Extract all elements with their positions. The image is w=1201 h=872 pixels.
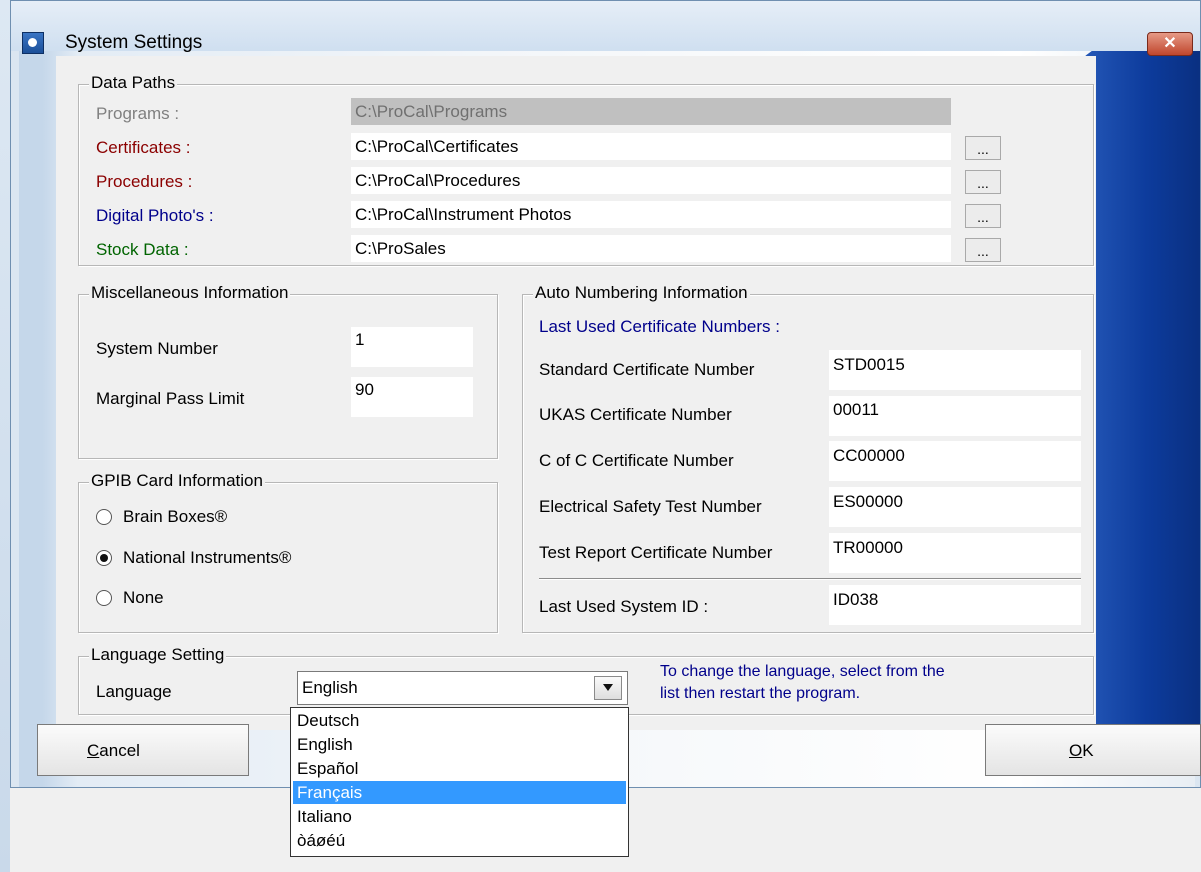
- stock-data-browse-button[interactable]: ...: [965, 238, 1001, 262]
- test-report-certificate-field[interactable]: TR00000: [829, 533, 1081, 573]
- close-button[interactable]: ✕: [1147, 32, 1193, 56]
- language-option-italiano[interactable]: Italiano: [293, 805, 626, 828]
- certificates-label: Certificates :: [96, 138, 191, 157]
- none-radio[interactable]: [96, 590, 112, 606]
- none-label: None: [123, 588, 164, 607]
- standard-certificate-field[interactable]: STD0015: [829, 350, 1081, 390]
- dropdown-arrow-button[interactable]: [594, 676, 622, 700]
- ok-mnemonic: O: [1069, 741, 1083, 760]
- chevron-down-icon: [603, 684, 613, 691]
- stock-data-label: Stock Data :: [96, 240, 189, 259]
- brain-boxes-radio[interactable]: [96, 509, 112, 525]
- window-title: System Settings: [65, 32, 203, 53]
- c-of-c-certificate-field[interactable]: CC00000: [829, 441, 1081, 481]
- national-instruments-label: National Instruments®: [123, 548, 292, 567]
- data-paths-legend: Data Paths: [89, 73, 178, 93]
- misc-info-legend: Miscellaneous Information: [89, 283, 291, 303]
- language-hint-line-2: list then restart the program.: [660, 685, 861, 702]
- programs-label: Programs :: [96, 104, 180, 123]
- language-selected-value: English: [302, 678, 358, 697]
- cancel-button-label: Cancel: [87, 741, 140, 761]
- last-used-certificate-numbers-heading: Last Used Certificate Numbers :: [539, 317, 780, 336]
- certificates-path-field[interactable]: C:\ProCal\Certificates: [351, 133, 951, 160]
- standard-certificate-label: Standard Certificate Number: [539, 360, 755, 379]
- numbering-divider: [539, 578, 1081, 580]
- procedures-label: Procedures :: [96, 172, 193, 191]
- marginal-pass-limit-field[interactable]: 90: [351, 377, 473, 417]
- programs-path-field: C:\ProCal\Programs: [351, 98, 951, 125]
- language-option-espanol[interactable]: Español: [293, 757, 626, 780]
- stock-data-path-field[interactable]: C:\ProSales: [351, 235, 951, 262]
- digital-photos-path-field[interactable]: C:\ProCal\Instrument Photos: [351, 201, 951, 228]
- language-select[interactable]: English: [297, 671, 628, 705]
- ukas-certificate-field[interactable]: 00011: [829, 396, 1081, 436]
- test-report-certificate-label: Test Report Certificate Number: [539, 543, 773, 562]
- language-hint-line-1: To change the language, select from the: [660, 663, 945, 680]
- brain-boxes-label: Brain Boxes®: [123, 507, 228, 526]
- language-setting-legend: Language Setting: [89, 645, 227, 665]
- language-option-deutsch[interactable]: Deutsch: [293, 709, 626, 732]
- national-instruments-radio[interactable]: [96, 550, 112, 566]
- electrical-safety-test-field[interactable]: ES00000: [829, 487, 1081, 527]
- digital-photos-browse-button[interactable]: ...: [965, 204, 1001, 228]
- language-option-english[interactable]: English: [293, 733, 626, 756]
- language-label: Language: [96, 682, 172, 701]
- cancel-mnemonic: C: [87, 741, 100, 760]
- system-number-field[interactable]: 1: [351, 327, 473, 367]
- procedures-browse-button[interactable]: ...: [965, 170, 1001, 194]
- language-option-francais[interactable]: Français: [293, 781, 626, 804]
- system-number-label: System Number: [96, 339, 218, 358]
- gpib-card-legend: GPIB Card Information: [89, 471, 265, 491]
- app-icon: [22, 32, 44, 54]
- ok-label-rest: K: [1082, 741, 1094, 760]
- last-used-system-id-label: Last Used System ID :: [539, 597, 709, 616]
- language-dropdown-list[interactable]: Deutsch English Español Français Italian…: [290, 707, 629, 857]
- auto-numbering-legend: Auto Numbering Information: [533, 283, 750, 303]
- procedures-path-field[interactable]: C:\ProCal\Procedures: [351, 167, 951, 194]
- ukas-certificate-label: UKAS Certificate Number: [539, 405, 732, 424]
- last-used-system-id-field[interactable]: ID038: [829, 585, 1081, 625]
- marginal-pass-limit-label: Marginal Pass Limit: [96, 389, 245, 408]
- cancel-button[interactable]: Cancel: [37, 724, 249, 776]
- c-of-c-certificate-label: C of C Certificate Number: [539, 451, 734, 470]
- ok-button-label: OK: [1069, 741, 1094, 761]
- certificates-browse-button[interactable]: ...: [965, 136, 1001, 160]
- digital-photos-label: Digital Photo's :: [96, 206, 214, 225]
- desktop-background-strip: [0, 0, 10, 872]
- language-option-other[interactable]: òáøéú: [293, 829, 626, 852]
- ok-button[interactable]: OK: [985, 724, 1201, 776]
- cancel-label-rest: ancel: [99, 741, 140, 760]
- electrical-safety-test-label: Electrical Safety Test Number: [539, 497, 762, 516]
